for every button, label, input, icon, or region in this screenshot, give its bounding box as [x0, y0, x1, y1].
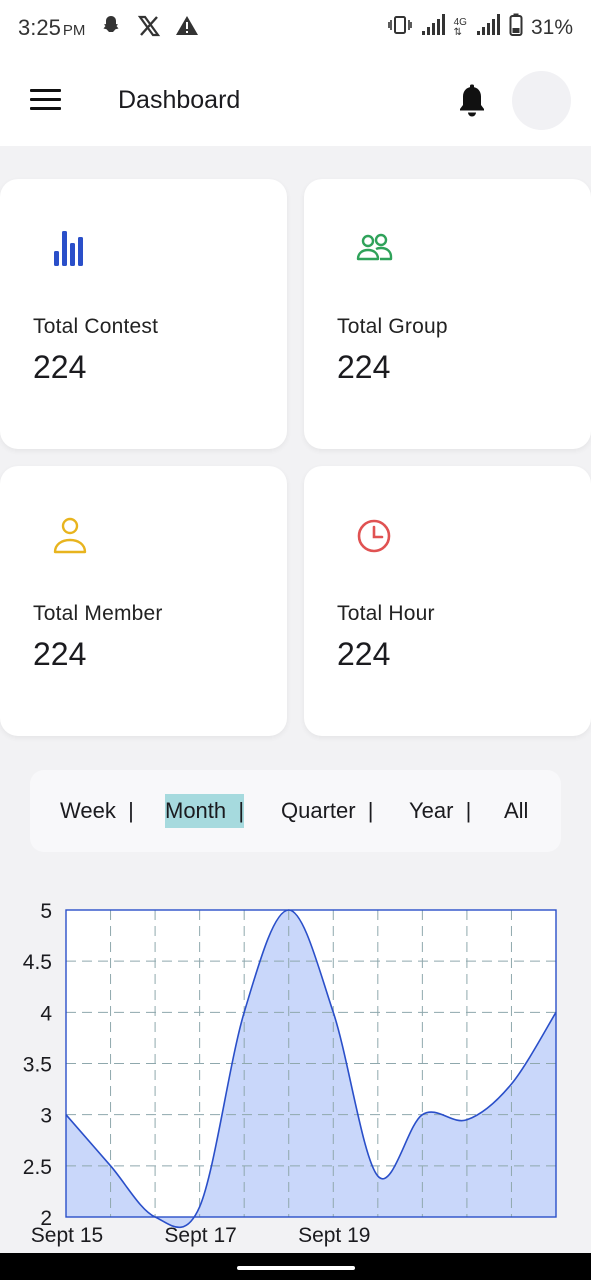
vibrate-icon	[387, 14, 412, 42]
menu-icon	[30, 89, 61, 92]
clock-icon	[356, 516, 396, 556]
card-value: 224	[33, 636, 87, 672]
x-tick-label: Sept 17	[164, 1224, 236, 1247]
card-label: Total Member	[33, 602, 163, 625]
bell-icon	[460, 84, 484, 117]
period-month[interactable]: Month |	[165, 794, 245, 828]
bar-chart-icon	[52, 229, 92, 269]
menu-button[interactable]	[30, 89, 62, 113]
y-tick-label: 5	[40, 900, 52, 923]
card-label: Total Hour	[337, 602, 435, 625]
avatar[interactable]	[512, 71, 571, 130]
stat-card-total-hour[interactable]: Total Hour 224	[304, 466, 591, 736]
chart-svg: 22.533.544.55Sept 15 Sept 17 Sept 19	[23, 900, 557, 1247]
network-4g-icon: 4G ⇅	[453, 17, 467, 38]
y-tick-label: 4	[40, 1002, 52, 1025]
card-label: Total Contest	[33, 315, 159, 338]
x-tick-label: Sept 19	[298, 1224, 370, 1247]
status-bar: 3:25 PM 4G ⇅ 31%	[0, 0, 591, 56]
page-title: Dashboard	[118, 86, 241, 114]
warning-icon	[175, 14, 199, 43]
card-value: 224	[33, 349, 87, 385]
card-value: 224	[337, 349, 391, 385]
system-nav-bar	[0, 1253, 591, 1280]
app-bar: Dashboard	[0, 56, 591, 146]
x-logo-icon	[137, 14, 161, 43]
card-label: Total Group	[337, 315, 448, 338]
status-time: 3:25 PM	[18, 15, 86, 40]
y-tick-label: 2.5	[23, 1156, 52, 1179]
period-year[interactable]: Year |	[409, 794, 471, 828]
y-tick-label: 3	[40, 1105, 52, 1128]
snapchat-icon	[99, 14, 123, 43]
y-tick-label: 3.5	[23, 1054, 52, 1077]
period-quarter[interactable]: Quarter |	[281, 794, 374, 828]
battery-percent: 31%	[530, 16, 573, 39]
y-tick-label: 4.5	[23, 951, 52, 974]
home-handle[interactable]	[237, 1266, 355, 1270]
battery-icon	[509, 13, 523, 43]
period-selector: Week | Month | Quarter | Year | All	[30, 770, 561, 852]
signal-icon-2	[475, 13, 501, 43]
stat-card-total-member[interactable]: Total Member 224	[0, 466, 287, 736]
period-all[interactable]: All	[504, 794, 528, 828]
area-chart: 2 2.5 3 3.5 4 4.5 5 Sept 15 Sept 17 Sept 19	[0, 880, 591, 1250]
notification-button[interactable]	[456, 84, 488, 118]
x-tick-label: Sept 15	[31, 1224, 103, 1247]
card-value: 224	[337, 636, 391, 672]
stat-card-total-contest[interactable]: Total Contest 224	[0, 179, 287, 449]
period-week[interactable]: Week |	[60, 794, 134, 828]
person-icon	[52, 516, 92, 556]
stat-card-total-group[interactable]: Total Group 224	[304, 179, 591, 449]
group-icon	[356, 229, 396, 269]
signal-icon	[420, 13, 446, 43]
